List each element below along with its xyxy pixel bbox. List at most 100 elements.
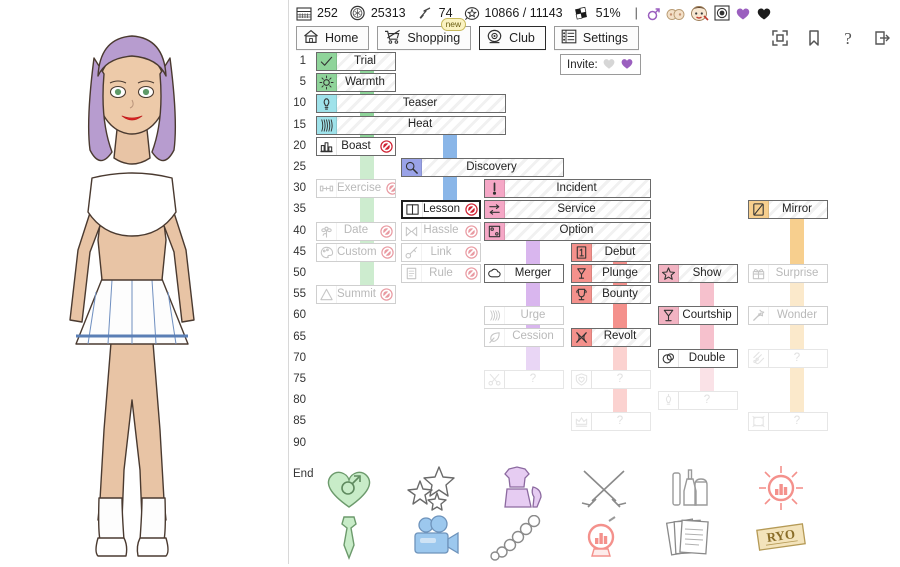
skill-node-boast[interactable]: Boast: [316, 136, 396, 156]
stars-icon[interactable]: [403, 464, 465, 512]
camera-icon[interactable]: [403, 514, 465, 562]
ryo-ticket-icon[interactable]: RYO: [750, 514, 812, 562]
breast-icon[interactable]: [666, 6, 685, 21]
skill-node-lesson[interactable]: Lesson: [401, 200, 481, 220]
skill-node-surprise[interactable]: Surprise: [748, 264, 828, 283]
skill-connector: [526, 225, 540, 344]
skill-node-merger[interactable]: Merger: [484, 264, 564, 283]
swords-icon[interactable]: [573, 464, 635, 512]
cart-icon: [384, 29, 401, 48]
skill-node-c5q2[interactable]: ?: [748, 412, 828, 432]
level-label: 15: [293, 118, 306, 131]
skill-node-heat[interactable]: Heat: [316, 115, 506, 135]
level-label: 20: [293, 139, 306, 152]
skill-node-show[interactable]: Show: [658, 264, 738, 283]
key-icon: [402, 243, 422, 261]
shield-heart-icon: [572, 371, 592, 388]
skill-node-link[interactable]: Link: [401, 242, 481, 262]
cloud-icon: [485, 265, 505, 282]
skill-node-revolt[interactable]: Revolt: [571, 327, 651, 347]
nav-button-shopping[interactable]: Shopping new: [377, 18, 472, 50]
trophy-chart-icon[interactable]: [573, 514, 635, 562]
alert-icon: [485, 180, 505, 198]
nav-button-club[interactable]: Club: [479, 26, 546, 50]
nav-label-settings: Settings: [582, 30, 629, 45]
skill-node-mirror[interactable]: Mirror: [748, 200, 828, 220]
nav-button-home[interactable]: Home: [296, 26, 370, 50]
skill-node-exercise[interactable]: Exercise: [316, 179, 396, 199]
level-label: 5: [299, 76, 306, 89]
skill-node-label: ?: [703, 393, 711, 406]
skill-node-option[interactable]: Option: [484, 221, 651, 241]
help-icon[interactable]: ?: [838, 28, 858, 48]
skill-node-wonder[interactable]: Wonder: [748, 306, 828, 326]
cosmetics-icon[interactable]: [660, 464, 722, 512]
exp-value: 10866 / 11143: [484, 6, 563, 20]
skill-node-label: Mirror: [781, 203, 813, 216]
skill-node-c4q1[interactable]: ?: [658, 391, 738, 411]
skill-node-label: ?: [793, 351, 801, 364]
skill-node-trial[interactable]: Trial: [316, 52, 396, 71]
ring-icon[interactable]: [714, 5, 730, 21]
skill-node-summit[interactable]: Summit: [316, 285, 396, 305]
expand-icon[interactable]: [770, 28, 790, 48]
nav-label-home: Home: [325, 30, 359, 45]
gender-icon[interactable]: [646, 5, 661, 22]
skill-node-warmth[interactable]: Warmth: [316, 73, 396, 93]
blocked-icon: [462, 224, 480, 239]
clothes-icon[interactable]: [486, 464, 548, 512]
nav-label-club: Club: [509, 30, 535, 45]
blocked-icon: [379, 245, 395, 260]
heart-purple-icon[interactable]: [735, 6, 751, 21]
skill-node-incident[interactable]: Incident: [484, 179, 651, 199]
bookmark-icon[interactable]: [804, 28, 824, 48]
skill-node-urge[interactable]: Urge: [484, 306, 564, 326]
level-label: 30: [293, 182, 306, 195]
skill-node-debut[interactable]: Debut: [571, 242, 651, 262]
skill-node-double[interactable]: Double: [658, 348, 738, 368]
beads-icon[interactable]: [486, 514, 548, 562]
skill-node-label: Hassle: [423, 224, 459, 237]
skill-node-rule[interactable]: Rule: [401, 264, 481, 283]
blocked-icon: [462, 266, 480, 281]
palette-icon: [317, 243, 337, 261]
skill-node-c2q1[interactable]: ?: [484, 370, 564, 389]
leaf-icon: [485, 328, 505, 346]
level-label: 85: [293, 415, 306, 428]
skill-node-c3q2[interactable]: ?: [571, 412, 651, 432]
skill-node-c3q1[interactable]: ?: [571, 370, 651, 389]
sun-chart-icon[interactable]: [750, 464, 812, 512]
scroll-icon: [402, 265, 422, 282]
exit-icon[interactable]: [872, 28, 892, 48]
waves-icon: [317, 116, 337, 134]
documents-icon[interactable]: [660, 514, 722, 562]
skill-node-label: Warmth: [345, 75, 385, 88]
level-label: 65: [293, 330, 306, 343]
calendar-value: 252: [317, 6, 338, 20]
skill-node-hassle[interactable]: Hassle: [401, 221, 481, 241]
skill-node-custom[interactable]: Custom: [316, 242, 396, 262]
blocked-icon: [383, 181, 395, 196]
character-illustration: [69, 35, 195, 557]
character-preview[interactable]: [0, 0, 288, 564]
skill-node-teaser[interactable]: Teaser: [316, 94, 506, 114]
skill-node-bounty[interactable]: Bounty: [571, 285, 651, 305]
skill-node-label: Merger: [514, 266, 552, 279]
skill-node-date[interactable]: Date: [316, 221, 396, 241]
sun-icon: [317, 74, 337, 92]
tie-icon[interactable]: [318, 514, 380, 562]
skill-node-cession[interactable]: Cession: [484, 327, 564, 347]
skill-node-plunge[interactable]: Plunge: [571, 264, 651, 283]
skill-node-discovery[interactable]: Discovery: [401, 158, 564, 177]
skill-node-service[interactable]: Service: [484, 200, 651, 220]
heart-gender-icon[interactable]: [318, 464, 380, 512]
skill-node-c5q1[interactable]: ?: [748, 348, 828, 368]
level-label: 45: [293, 245, 306, 258]
cross-icon: [572, 328, 592, 346]
makeup-icon[interactable]: [690, 5, 709, 22]
nav-button-settings[interactable]: Settings: [553, 26, 640, 50]
heart-black-icon[interactable]: [756, 6, 772, 21]
skill-node-label: Trial: [354, 54, 376, 67]
skill-node-courtship[interactable]: Courtship: [658, 306, 738, 326]
skill-node-label: Link: [430, 245, 452, 258]
